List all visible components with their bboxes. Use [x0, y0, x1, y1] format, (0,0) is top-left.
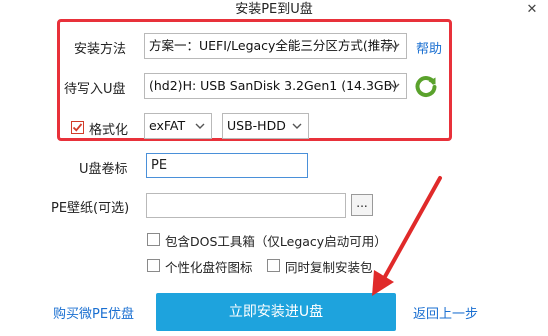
annotation-arrow-icon [372, 176, 442, 296]
back-link[interactable]: 返回上一步 [413, 303, 478, 322]
format-label: 格式化 [89, 123, 129, 138]
install-method-label: 安装方法 [74, 42, 127, 57]
wallpaper-input[interactable] [146, 193, 346, 218]
filesystem-select[interactable]: exFAT [144, 113, 212, 139]
boot-mode-value: USB-HDD [227, 118, 286, 133]
filesystem-value: exFAT [149, 118, 186, 133]
boot-mode-select[interactable]: USB-HDD [222, 113, 309, 139]
volume-label-input[interactable]: PE [146, 153, 308, 178]
check-icon [72, 123, 83, 132]
dos-tools-label: 包含DOS工具箱（仅Legacy启动可用） [165, 234, 387, 249]
chevron-down-icon [388, 34, 402, 58]
copy-installer-checkbox[interactable] [267, 259, 280, 272]
buy-usb-link[interactable]: 购买微PE优盘 [53, 303, 134, 322]
chevron-down-icon [388, 74, 402, 98]
wallpaper-label: PE壁纸(可选) [51, 201, 130, 216]
target-usb-label: 待写入U盘 [64, 82, 126, 97]
window-title: 安装PE到U盘 [235, 2, 313, 17]
close-button[interactable]: ✕ [522, 2, 542, 18]
dos-tools-checkbox[interactable] [147, 233, 160, 246]
install-method-value: 方案一：UEFI/Legacy全能三分区方式(推荐) [149, 38, 398, 53]
refresh-icon[interactable] [413, 73, 439, 99]
target-usb-select[interactable]: (hd2)H: USB SanDisk 3.2Gen1 (14.3GB) [144, 73, 407, 99]
chevron-down-icon [290, 114, 304, 138]
volume-label-label: U盘卷标 [79, 162, 128, 177]
chevron-down-icon [193, 114, 207, 138]
custom-icon-label: 个性化盘符图标 [165, 260, 253, 275]
help-link[interactable]: 帮助 [416, 38, 442, 57]
custom-icon-checkbox[interactable] [147, 259, 160, 272]
target-usb-value: (hd2)H: USB SanDisk 3.2Gen1 (14.3GB) [149, 78, 398, 93]
install-method-select[interactable]: 方案一：UEFI/Legacy全能三分区方式(推荐) [144, 33, 407, 59]
format-checkbox[interactable] [71, 121, 84, 134]
